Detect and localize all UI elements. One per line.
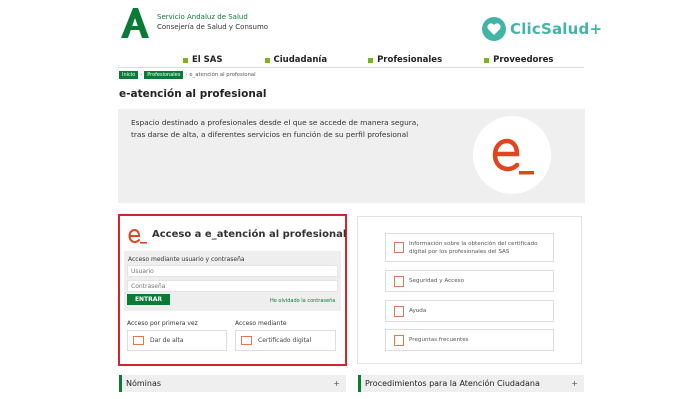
certificate-info-link[interactable]: Información sobre la obtención del certi… <box>385 233 554 262</box>
nav-label: Ciudadanía <box>273 55 328 65</box>
digital-certificate-button[interactable]: Certificado digital <box>235 330 336 351</box>
nav-profesionales[interactable]: Profesionales <box>368 55 442 65</box>
breadcrumb-separator-icon: › <box>185 72 188 78</box>
link-label: Ayuda <box>409 308 427 314</box>
nav-label: Profesionales <box>377 55 443 65</box>
document-icon <box>394 334 404 346</box>
org-name: Servicio Andaluz de Salud <box>157 13 248 21</box>
link-label: Seguridad y Acceso <box>409 278 464 284</box>
login-title: Acceso a e_atención al profesional <box>152 229 347 240</box>
access-method-label: Acceso mediante <box>235 320 287 327</box>
breadcrumb-home[interactable]: Inicio <box>119 71 139 79</box>
link-label: Información sobre la obtención del certi… <box>409 240 538 255</box>
nav-el-sas[interactable]: El SAS <box>183 55 223 65</box>
help-link[interactable]: Ayuda <box>385 300 554 322</box>
org-department: Consejería de Salud y Consumo <box>157 23 269 31</box>
breadcrumb-separator-icon: › <box>140 72 143 78</box>
nav-label: Proveedores <box>493 55 554 65</box>
clicsalud-logo[interactable]: ClicSalud+ <box>510 20 602 38</box>
accordion-nominas[interactable]: Nóminas + <box>119 375 346 392</box>
e-atencion-logo <box>473 116 551 194</box>
bullet-icon <box>264 57 270 63</box>
shield-icon <box>394 275 404 287</box>
intro-text: Espacio destinado a profesionales desde … <box>131 118 419 139</box>
faq-link[interactable]: Preguntas frecuentes <box>385 329 554 351</box>
breadcrumb: Inicio › Profesionales › e_atención al p… <box>119 71 256 79</box>
page-title: e-atención al profesional <box>119 88 267 100</box>
first-time-label: Acceso por primera vez <box>127 320 198 327</box>
e-atencion-icon <box>128 228 147 244</box>
breadcrumb-profesionales[interactable]: Profesionales <box>144 71 184 79</box>
link-label: Preguntas frecuentes <box>409 337 469 343</box>
bullet-icon <box>183 57 188 63</box>
document-icon <box>394 305 404 317</box>
heart-icon[interactable] <box>482 17 506 41</box>
accordion-label: Procedimientos para la Atención Ciudadan… <box>365 379 540 388</box>
username-input[interactable] <box>127 265 338 277</box>
lock-icon <box>394 242 404 253</box>
bullet-icon <box>484 57 490 63</box>
login-form-label: Acceso mediante usuario y contraseña <box>128 256 245 263</box>
nav-proveedores[interactable]: Proveedores <box>484 55 553 65</box>
signup-button[interactable]: Dar de alta <box>127 330 227 351</box>
certificate-label: Certificado digital <box>258 337 312 344</box>
security-access-link[interactable]: Seguridad y Acceso <box>385 270 554 292</box>
id-card-icon <box>133 336 144 345</box>
plus-icon: + <box>571 379 578 388</box>
entrar-button[interactable]: ENTRAR <box>127 294 170 305</box>
nav-label: El SAS <box>192 55 223 65</box>
breadcrumb-current: e_atención al profesional <box>189 72 256 78</box>
accordion-label: Nóminas <box>126 379 162 388</box>
accordion-procedimientos[interactable]: Procedimientos para la Atención Ciudadan… <box>358 375 584 392</box>
nav-ciudadania[interactable]: Ciudadanía <box>264 55 328 65</box>
password-input[interactable] <box>127 280 338 292</box>
signup-label: Dar de alta <box>150 337 184 344</box>
certificate-icon <box>241 336 252 345</box>
junta-andalucia-logo[interactable] <box>118 6 152 38</box>
forgot-password-link[interactable]: He olvidado la contraseña <box>270 298 335 304</box>
nav-divider <box>118 67 584 68</box>
plus-icon: + <box>333 379 340 388</box>
bullet-icon <box>368 57 374 63</box>
main-nav: El SAS Ciudadanía Profesionales Proveedo… <box>183 55 553 65</box>
